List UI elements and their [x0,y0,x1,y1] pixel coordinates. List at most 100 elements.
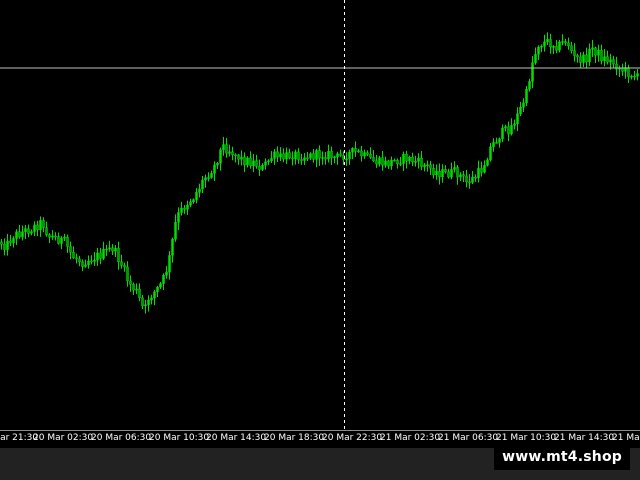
candle-body [27,228,30,234]
candle-body [9,240,12,243]
candle-body [468,181,471,184]
time-tick-label: 21 Mar 06:30 [438,433,499,443]
candle-body [588,48,591,63]
candle-body [45,227,48,236]
candle-body [228,151,231,154]
candle-body [255,160,258,167]
candle-body [606,56,609,63]
candle-body [270,158,273,161]
candle-body [216,163,219,166]
candle-body [567,42,570,47]
candle-body [486,159,489,166]
candle-body [417,157,420,162]
candle-body [69,246,72,253]
candle-body [315,150,318,160]
candle-body [471,176,474,183]
candle-body [126,266,129,282]
candle-body [18,231,21,238]
candle-body [201,179,204,190]
candle-body [99,252,102,259]
candle-body [453,167,456,170]
time-tick-label: 21 Mar 10:30 [496,433,557,443]
candle-body [249,157,252,166]
candle-body [393,159,396,162]
candle-body [585,54,588,63]
candle-body [369,154,372,158]
time-tick-label: 21 Mar 18:30 [612,433,640,443]
candle-body [120,261,123,266]
candle-body [114,248,117,252]
candle-body [81,261,84,267]
candle-body [534,54,537,63]
candle-body [462,174,465,177]
candle-body [381,157,384,166]
candle-body [351,148,354,153]
candle-body [402,153,405,164]
candle-body [6,240,9,250]
candle-body [102,249,105,259]
candle-body [573,50,576,56]
candle-body [192,199,195,203]
candle-body [345,158,348,161]
candle-body [60,237,63,244]
candle-body [237,154,240,160]
candle-body [15,231,18,239]
candle-body [432,167,435,176]
candle-body [450,169,453,178]
candle-body [261,165,264,170]
candle-body [177,212,180,223]
candle-body [399,163,402,165]
candle-body [489,146,492,161]
candle-body [501,127,504,140]
candle-body [96,252,99,261]
candle-body [339,153,342,156]
candle-body [504,126,507,129]
candle-body [525,89,528,104]
candle-body [219,149,222,164]
candle-body [198,188,201,193]
candle-body [189,201,192,206]
candle-body [252,160,255,166]
candle-body [153,291,156,299]
time-tick-label: 20 Mar 18:30 [264,433,325,443]
candle-body [24,228,27,232]
candle-body [186,205,189,210]
candle-body [492,142,495,148]
candle-body [84,264,87,267]
candle-body [240,156,243,160]
candle-body [135,288,138,291]
candle-body [30,231,33,234]
candle-body [321,157,324,159]
candle-body [105,248,108,251]
price-chart[interactable] [0,0,640,430]
candlestick-plot[interactable] [0,0,640,430]
candle-body [420,157,423,167]
candle-body [498,138,501,143]
time-tick-label: 20 Mar 22:30 [322,433,383,443]
candle-body [507,126,510,135]
candle-body [441,169,444,178]
candle-body [138,288,141,298]
candle-body [111,247,114,252]
candle-body [48,234,51,238]
candle-body [546,39,549,43]
candle-body [144,304,147,307]
candle-body [51,235,54,238]
candle-body [72,252,75,258]
candle-body [303,157,306,161]
candle-body [480,168,483,173]
candle-body [33,224,36,232]
candle-body [156,286,159,293]
candle-body [306,157,309,160]
candle-body [522,102,525,108]
candle-body [510,125,513,135]
candle-body [543,41,546,47]
candle-body [63,236,66,239]
candle-body [579,56,582,63]
candle-body [291,157,294,160]
candle-body [264,161,267,166]
candle-body [363,152,366,157]
candle-body [147,299,150,305]
candle-body [372,157,375,161]
candle-body [600,49,603,62]
